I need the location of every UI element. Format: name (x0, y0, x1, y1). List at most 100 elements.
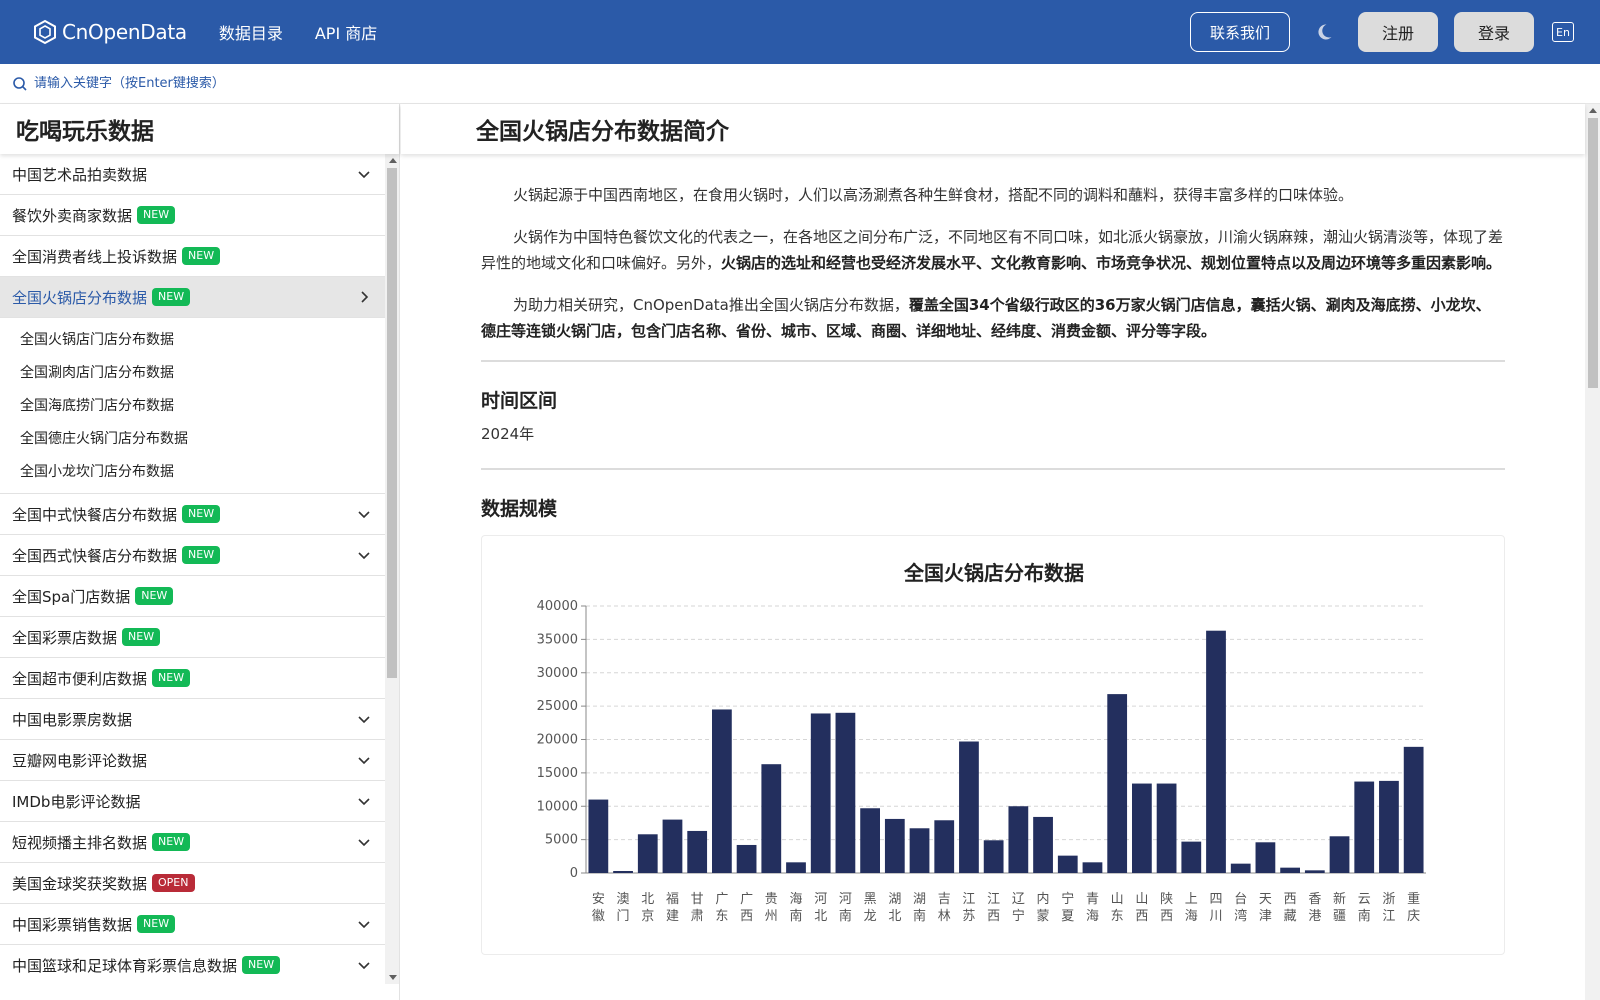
bar (810, 713, 831, 873)
x-tick-label: 北 (888, 909, 901, 924)
x-tick-label: 南 (789, 908, 802, 924)
scroll-down-arrow-icon[interactable] (389, 975, 397, 980)
chevron-down-icon[interactable] (357, 548, 371, 562)
chevron-down-icon[interactable] (357, 507, 371, 521)
main-scrollbar[interactable] (1585, 104, 1600, 1000)
sidebar-item[interactable]: 全国彩票店数据 NEW (0, 617, 385, 658)
chevron-right-icon[interactable] (357, 290, 371, 304)
chevron-down-icon[interactable] (357, 753, 371, 767)
x-tick-label: 西 (1284, 892, 1297, 907)
sidebar-list: 中国艺术品拍卖数据 餐饮外卖商家数据 NEW 全国消费者线上投诉数据 NEW 全国火锅店分… (0, 154, 385, 984)
sidebar-item[interactable]: 全国超市便利店数据 NEW (0, 658, 385, 699)
y-tick-label: 35000 (537, 632, 578, 647)
search-input[interactable] (34, 76, 434, 91)
logo[interactable]: CnOpenData (32, 19, 187, 45)
intro-paragraph-3: 为助力相关研究，CnOpenData推出全国火锅店分布数据，覆盖全国34个省级行… (481, 292, 1505, 344)
sidebar-item-label: 餐饮外卖商家数据 (12, 206, 133, 225)
x-tick-label: 夏 (1061, 909, 1074, 924)
x-tick-label: 北 (641, 892, 654, 907)
y-tick-label: 10000 (537, 799, 578, 814)
sidebar-scroll-thumb[interactable] (387, 168, 397, 678)
nav-data-catalog[interactable]: 数据目录 (219, 20, 283, 44)
new-badge: NEW (152, 833, 191, 851)
x-tick-label: 云 (1358, 892, 1371, 907)
chevron-down-icon[interactable] (357, 917, 371, 931)
x-tick-label: 南 (913, 908, 926, 924)
sidebar-scrollbar[interactable] (385, 154, 399, 984)
sidebar-item[interactable]: 豆瓣网电影评论数据 (0, 740, 385, 781)
main-scroll-thumb[interactable] (1588, 118, 1598, 388)
bar (909, 828, 930, 873)
sidebar-item[interactable]: 全国中式快餐店分布数据 NEW (0, 494, 385, 535)
scroll-up-arrow-icon[interactable] (1589, 108, 1597, 113)
sidebar-item[interactable]: IMDb电影评论数据 (0, 781, 385, 822)
divider (481, 468, 1505, 470)
main-content: 全国火锅店分布数据简介 火锅起源于中国西南地区，在食用火锅时，人们以高汤涮煮各种… (401, 104, 1600, 1000)
bar (959, 741, 979, 873)
sidebar-item-label: 全国超市便利店数据 (12, 669, 148, 688)
sidebar-item[interactable]: 餐饮外卖商家数据 NEW (0, 195, 385, 236)
scroll-up-arrow-icon[interactable] (389, 158, 397, 163)
sidebar-item[interactable]: 中国艺术品拍卖数据 (0, 154, 385, 195)
para2-bold-text: 火锅店的选址和经营也受经济发展水平、文化教育影响、市场竞争状况、规划位置特点以及… (721, 254, 1502, 272)
chevron-down-icon[interactable] (357, 835, 371, 849)
bar (1329, 836, 1350, 873)
moon-icon[interactable] (1312, 20, 1336, 44)
sidebar-item[interactable]: 中国篮球和足球体育彩票信息数据 NEW (0, 945, 385, 984)
sidebar-sub-item[interactable]: 全国火锅店门店分布数据 (0, 322, 385, 355)
nav-api-store[interactable]: API 商店 (315, 20, 377, 44)
x-tick-label: 建 (666, 909, 679, 924)
sidebar-item[interactable]: 美国金球奖获奖数据 OPEN (0, 863, 385, 904)
sidebar-sub-item[interactable]: 全国涮肉店门店分布数据 (0, 355, 385, 388)
para3-text: 为助力相关研究，CnOpenData推出全国火锅店分布数据， (513, 296, 909, 314)
bar (1057, 855, 1078, 873)
x-tick-label: 天 (1259, 892, 1272, 907)
chevron-down-icon[interactable] (357, 958, 371, 972)
chevron-down-icon[interactable] (357, 167, 371, 181)
open-badge: OPEN (152, 874, 195, 892)
x-tick-label: 宁 (1012, 908, 1025, 924)
x-tick-label: 陕 (1160, 892, 1173, 907)
x-tick-label: 庆 (1407, 909, 1420, 924)
x-tick-label: 辽 (1012, 892, 1025, 907)
new-badge: NEW (242, 956, 281, 974)
sidebar-item[interactable]: 全国消费者线上投诉数据 NEW (0, 236, 385, 277)
y-tick-label: 0 (570, 866, 578, 881)
sidebar-item[interactable]: 全国西式快餐店分布数据 NEW (0, 535, 385, 576)
x-tick-label: 安 (592, 892, 605, 907)
sidebar-item-label: 中国彩票销售数据 (12, 915, 133, 934)
bar (637, 834, 658, 873)
x-tick-label: 海 (1086, 909, 1099, 924)
sidebar-item[interactable]: 短视频播主排名数据 NEW (0, 822, 385, 863)
chevron-down-icon[interactable] (357, 794, 371, 808)
sidebar-item-label: 中国电影票房数据 (12, 710, 133, 729)
sidebar-item[interactable]: 全国火锅店分布数据 NEW (0, 277, 385, 318)
chevron-down-icon[interactable] (357, 712, 371, 726)
sidebar-item-label: 全国中式快餐店分布数据 (12, 505, 178, 524)
language-toggle-button[interactable]: En (1552, 22, 1574, 42)
x-tick-label: 海 (789, 892, 802, 907)
sidebar-item[interactable]: 中国电影票房数据 (0, 699, 385, 740)
bar (1304, 870, 1325, 873)
new-badge: NEW (182, 505, 221, 523)
sidebar-sub-item[interactable]: 全国德庄火锅门店分布数据 (0, 421, 385, 454)
contact-button[interactable]: 联系我们 (1190, 12, 1290, 52)
bar (983, 840, 1004, 873)
x-tick-label: 徽 (592, 909, 605, 924)
y-tick-label: 25000 (537, 699, 578, 714)
sidebar-item-label: 短视频播主排名数据 (12, 833, 148, 852)
sidebar-item[interactable]: 全国Spa门店数据 NEW (0, 576, 385, 617)
sidebar-item-label: 中国篮球和足球体育彩票信息数据 (12, 956, 238, 975)
x-tick-label: 南 (1358, 908, 1371, 924)
x-tick-label: 青 (1086, 892, 1099, 907)
register-button[interactable]: 注册 (1358, 12, 1438, 52)
bar (1230, 863, 1251, 873)
x-tick-label: 江 (987, 892, 1000, 907)
sidebar-sub-item[interactable]: 全国小龙坎门店分布数据 (0, 454, 385, 487)
bar (860, 808, 880, 873)
login-button[interactable]: 登录 (1454, 12, 1534, 52)
sidebar-item[interactable]: 中国彩票销售数据 NEW (0, 904, 385, 945)
x-tick-label: 林 (938, 909, 951, 924)
x-tick-label: 甘 (691, 892, 704, 907)
sidebar-sub-item[interactable]: 全国海底捞门店分布数据 (0, 388, 385, 421)
